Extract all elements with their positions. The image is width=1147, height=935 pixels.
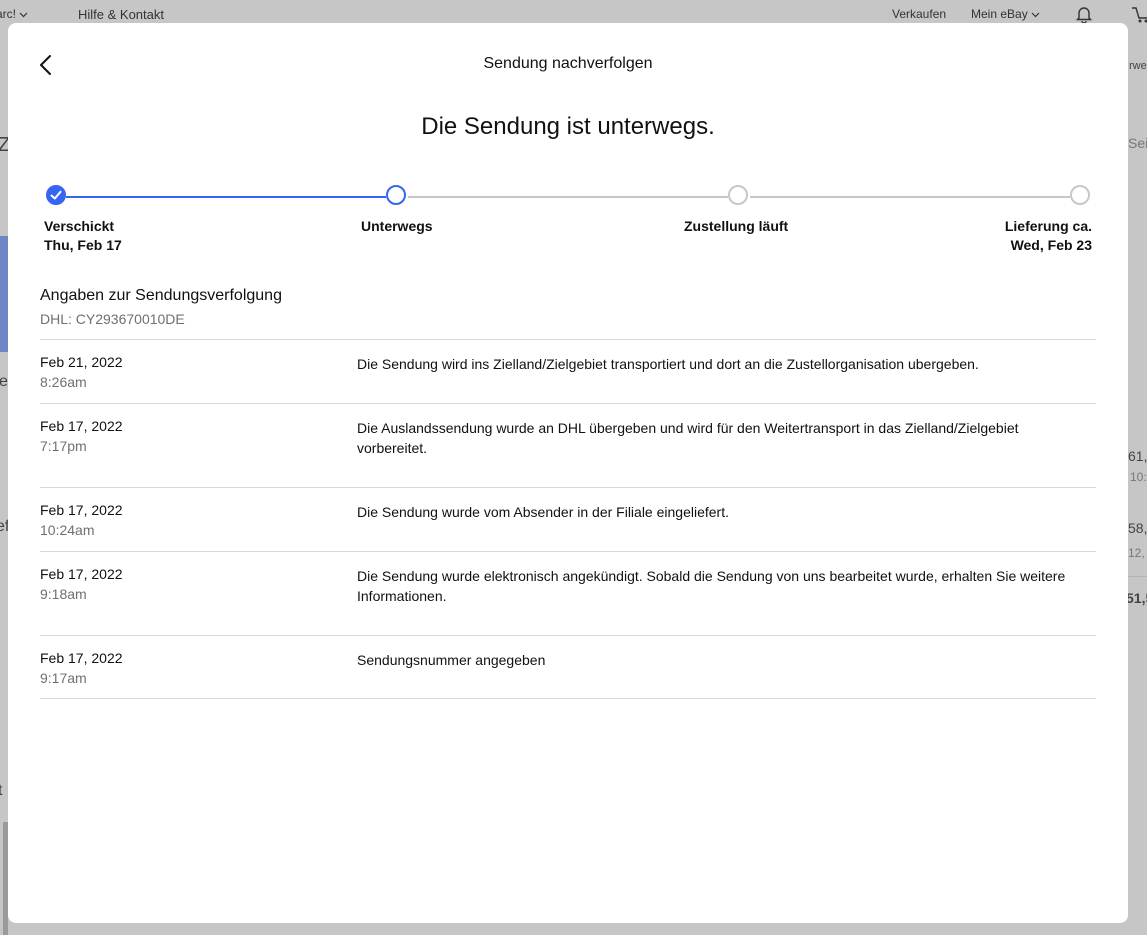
event-description: Die Sendung wurde elektronisch angekündi… [357, 568, 1066, 604]
background-product-image [0, 236, 8, 352]
event-time: 9:17am [40, 670, 87, 686]
background-text-fragment: 51,5 [1126, 590, 1147, 606]
tracking-details-heading: Angaben zur Sendungsverfolgung [40, 287, 282, 304]
tracking-event-row: Feb 21, 2022 8:26am Die Sendung wird ins… [40, 339, 1096, 403]
background-text-fragment: t [0, 782, 3, 799]
event-time: 8:26am [40, 374, 87, 390]
background-text-fragment: e [0, 373, 8, 390]
step-zustellung-indicator [728, 185, 748, 205]
help-contact-link[interactable]: Hilfe & Kontakt [78, 7, 164, 22]
step-lieferung-indicator [1070, 185, 1090, 205]
event-date: Feb 21, 2022 [40, 354, 123, 370]
shipment-progress-tracker: Verschickt Thu, Feb 17 Unterwegs Zustell… [8, 183, 1128, 263]
event-description: Die Sendung wird ins Zielland/Zielgebiet… [357, 356, 979, 372]
tracking-event-row: Feb 17, 2022 9:18am Die Sendung wurde el… [40, 551, 1096, 635]
event-time: 7:17pm [40, 438, 87, 454]
event-date: Feb 17, 2022 [40, 650, 123, 666]
progress-segment [750, 196, 1070, 198]
shipment-status-headline: Die Sendung ist unterwegs. [421, 113, 715, 140]
event-description: Die Auslandssendung wurde an DHL übergeb… [357, 420, 1019, 456]
tracking-dialog: Sendung nachverfolgen Die Sendung ist un… [8, 23, 1128, 923]
progress-segment [408, 196, 728, 198]
tracking-event-row: Feb 17, 2022 9:17am Sendungsnummer angeg… [40, 635, 1096, 699]
cart-icon[interactable] [1132, 4, 1147, 27]
background-text-fragment: 58,8 [1128, 520, 1147, 536]
tracking-event-row: Feb 17, 2022 7:17pm Die Auslandssendung … [40, 403, 1096, 487]
step-label: Zustellung läuft [684, 218, 789, 234]
event-date: Feb 17, 2022 [40, 502, 123, 518]
step-label: Verschickt [44, 218, 115, 234]
event-time: 10:24am [40, 522, 95, 538]
background-text-fragment: Sei [1128, 135, 1147, 151]
event-description: Sendungsnummer angegeben [357, 652, 546, 668]
event-time: 9:18am [40, 586, 87, 602]
tracking-event-row: Feb 17, 2022 10:24am Die Sendung wurde v… [40, 487, 1096, 551]
chevron-down-icon [19, 12, 28, 18]
my-ebay-menu[interactable]: Mein eBay [971, 7, 1040, 21]
step-unterwegs-indicator [386, 185, 406, 205]
background-divider [1128, 576, 1147, 577]
background-text-fragment: 12, [1128, 546, 1145, 560]
sell-link[interactable]: Verkaufen [892, 7, 946, 21]
background-text-fragment: 61,5 [1128, 448, 1147, 464]
chevron-down-icon [1031, 12, 1040, 18]
tracking-number: DHL: CY293670010DE [40, 311, 185, 327]
background-text-fragment: 10: [1130, 470, 1147, 484]
event-date: Feb 17, 2022 [40, 418, 123, 434]
event-description: Die Sendung wurde vom Absender in der Fi… [357, 504, 729, 520]
event-date: Feb 17, 2022 [40, 566, 123, 582]
step-label: Lieferung ca. [1004, 218, 1092, 234]
background-text-fragment: rwe [1129, 60, 1147, 72]
step-date: Thu, Feb 17 [44, 237, 122, 253]
progress-segment [66, 196, 386, 198]
step-verschickt-check-icon [46, 185, 66, 205]
greeting-link[interactable]: arc! [0, 7, 28, 21]
step-label: Unterwegs [361, 218, 433, 234]
step-date: Wed, Feb 23 [1010, 237, 1092, 253]
tracking-events-list: Feb 21, 2022 8:26am Die Sendung wird ins… [40, 339, 1096, 699]
dialog-title: Sendung nachverfolgen [483, 55, 653, 72]
